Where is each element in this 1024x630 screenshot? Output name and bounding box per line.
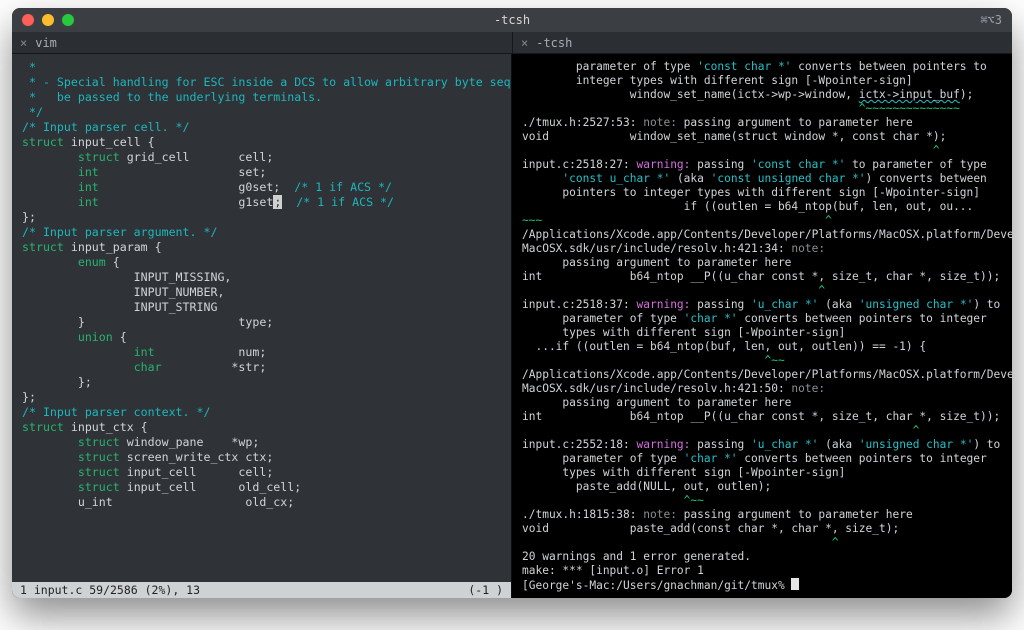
shell-output[interactable]: parameter of type 'const char *' convert… bbox=[512, 54, 1012, 598]
code-line: }; bbox=[22, 375, 501, 390]
code-line: ^ bbox=[522, 284, 1002, 298]
zoom-icon[interactable] bbox=[62, 14, 74, 26]
code-line: int b64_ntop __P((u_char const *, size_t… bbox=[522, 410, 1002, 424]
code-line: u_int old_cx; bbox=[22, 495, 501, 510]
code-line: void window_set_name(struct window *, co… bbox=[522, 130, 1002, 144]
tab-left[interactable]: × vim bbox=[12, 32, 512, 53]
code-line: struct input_cell old_cell; bbox=[22, 480, 501, 495]
cursor-icon bbox=[791, 578, 799, 590]
code-line: input.c:2518:27: warning: passing 'const… bbox=[522, 158, 1002, 172]
window-controls bbox=[22, 14, 74, 26]
code-line: paste_add(NULL, out, outlen); bbox=[522, 480, 1002, 494]
code-line: 20 warnings and 1 error generated. bbox=[522, 550, 1002, 564]
code-line: struct grid_cell cell; bbox=[22, 150, 501, 165]
code-line: ./tmux.h:2527:53: note: passing argument… bbox=[522, 116, 1002, 130]
code-line: ^ bbox=[522, 144, 1002, 158]
code-line: enum { bbox=[22, 255, 501, 270]
terminal-window: -tcsh ⌘⌥3 × vim × -tcsh * * - Special ha… bbox=[12, 8, 1012, 598]
code-line: union { bbox=[22, 330, 501, 345]
code-line: parameter of type 'char *' converts betw… bbox=[522, 312, 1002, 326]
code-line: int g1set; /* 1 if ACS */ bbox=[22, 195, 501, 210]
code-line: /Applications/Xcode.app/Contents/Develop… bbox=[522, 368, 1002, 382]
code-line: MacOSX.sdk/usr/include/resolv.h:421:50: … bbox=[522, 382, 1002, 396]
code-line: }; bbox=[22, 210, 501, 225]
status-left: 1 input.c 59/2586 (2%), 13 bbox=[20, 582, 200, 598]
code-line: */ bbox=[22, 105, 501, 120]
code-line: * be passed to the underlying terminals. bbox=[22, 90, 501, 105]
code-line: int b64_ntop __P((u_char const *, size_t… bbox=[522, 270, 1002, 284]
close-icon[interactable] bbox=[22, 14, 34, 26]
window-titlebar[interactable]: -tcsh ⌘⌥3 bbox=[12, 8, 1012, 32]
code-line: int num; bbox=[22, 345, 501, 360]
code-line: /Applications/Xcode.app/Contents/Develop… bbox=[522, 228, 1002, 242]
code-line: ...if ((outlen = b64_ntop(buf, len, out,… bbox=[522, 340, 1002, 354]
code-line: struct input_param { bbox=[22, 240, 501, 255]
code-line: int set; bbox=[22, 165, 501, 180]
code-line: struct screen_write_ctx ctx; bbox=[22, 450, 501, 465]
editor-content[interactable]: * * - Special handling for ESC inside a … bbox=[12, 54, 511, 582]
code-line: 'const u_char *' (aka 'const unsigned ch… bbox=[522, 172, 1002, 186]
code-line: INPUT_STRING bbox=[22, 300, 501, 315]
vim-statusline: 1 input.c 59/2586 (2%), 13 (-1 ) bbox=[12, 582, 511, 598]
code-line: ./tmux.h:1815:38: note: passing argument… bbox=[522, 508, 1002, 522]
shell-prompt[interactable]: [George's-Mac:/Users/gnachman/git/tmux% bbox=[522, 578, 1002, 593]
split-panes: * * - Special handling for ESC inside a … bbox=[12, 54, 1012, 598]
code-line: ~~~ ^ bbox=[522, 214, 1002, 228]
right-pane[interactable]: parameter of type 'const char *' convert… bbox=[512, 54, 1012, 598]
code-line: void paste_add(const char *, char *, siz… bbox=[522, 522, 1002, 536]
code-line: passing argument to parameter here bbox=[522, 396, 1002, 410]
code-line: ^~~ bbox=[522, 494, 1002, 508]
code-line: char *str; bbox=[22, 360, 501, 375]
code-line: /* Input parser argument. */ bbox=[22, 225, 501, 240]
code-line: integer types with different sign [-Wpoi… bbox=[522, 74, 1002, 88]
code-line: window_set_name(ictx->wp->window, ictx->… bbox=[522, 88, 1002, 102]
code-line: ^ bbox=[522, 424, 1002, 438]
code-line: * - Special handling for ESC inside a DC… bbox=[22, 75, 501, 90]
code-line: int g0set; /* 1 if ACS */ bbox=[22, 180, 501, 195]
code-line: struct input_ctx { bbox=[22, 420, 501, 435]
close-icon[interactable]: × bbox=[521, 36, 528, 50]
code-line: struct window_pane *wp; bbox=[22, 435, 501, 450]
code-line: ^ bbox=[522, 536, 1002, 550]
code-line: input.c:2518:37: warning: passing 'u_cha… bbox=[522, 298, 1002, 312]
code-line: INPUT_MISSING, bbox=[22, 270, 501, 285]
window-title: -tcsh bbox=[494, 13, 530, 27]
code-line: struct input_cell { bbox=[22, 135, 501, 150]
code-line: /* Input parser context. */ bbox=[22, 405, 501, 420]
tab-right[interactable]: × -tcsh bbox=[512, 32, 1012, 53]
minimize-icon[interactable] bbox=[42, 14, 54, 26]
code-line: MacOSX.sdk/usr/include/resolv.h:421:34: … bbox=[522, 242, 1002, 256]
code-line: parameter of type 'const char *' convert… bbox=[522, 60, 1002, 74]
code-line: pointers to integer types with different… bbox=[522, 186, 1002, 200]
status-right: (-1 ) bbox=[468, 582, 503, 598]
code-line: } type; bbox=[22, 315, 501, 330]
close-icon[interactable]: × bbox=[20, 36, 27, 50]
code-line: if ((outlen = b64_ntop(buf, len, out, ou… bbox=[522, 200, 1002, 214]
code-line: struct input_cell cell; bbox=[22, 465, 501, 480]
code-line: ^~~~~~~~~~~~~~~ bbox=[522, 102, 1002, 116]
tab-title: -tcsh bbox=[536, 36, 572, 50]
tab-bar: × vim × -tcsh bbox=[12, 32, 1012, 54]
left-pane[interactable]: * * - Special handling for ESC inside a … bbox=[12, 54, 512, 598]
code-line: ^~~ bbox=[522, 354, 1002, 368]
code-line: }; bbox=[22, 390, 501, 405]
code-line: types with different sign [-Wpointer-sig… bbox=[522, 326, 1002, 340]
code-line: parameter of type 'char *' converts betw… bbox=[522, 452, 1002, 466]
code-line: * bbox=[22, 60, 501, 75]
code-line: types with different sign [-Wpointer-sig… bbox=[522, 466, 1002, 480]
code-line: /* Input parser cell. */ bbox=[22, 120, 501, 135]
window-shortcut-badge: ⌘⌥3 bbox=[980, 13, 1002, 27]
tab-title: vim bbox=[35, 36, 57, 50]
code-line: input.c:2552:18: warning: passing 'u_cha… bbox=[522, 438, 1002, 452]
code-line: passing argument to parameter here bbox=[522, 256, 1002, 270]
code-line: make: *** [input.o] Error 1 bbox=[522, 564, 1002, 578]
code-line: INPUT_NUMBER, bbox=[22, 285, 501, 300]
